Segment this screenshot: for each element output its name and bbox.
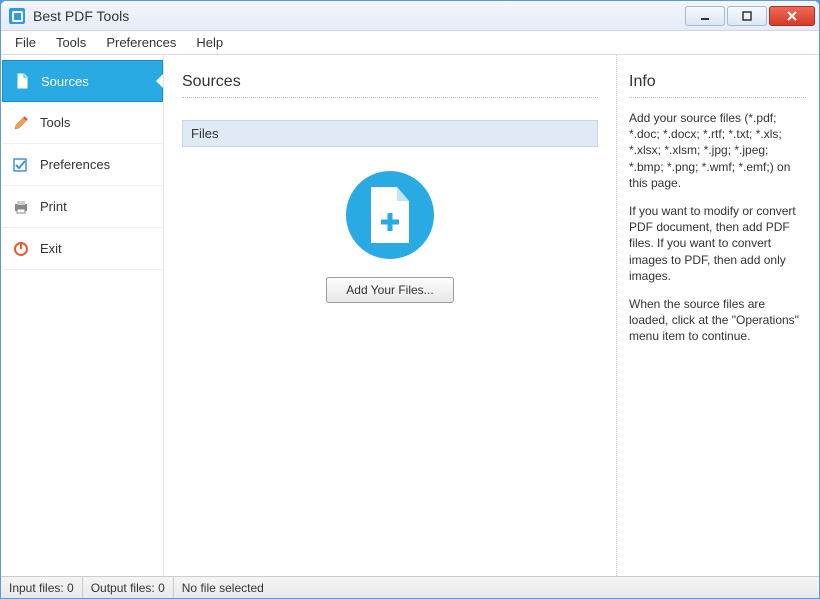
status-bar: Input files: 0 Output files: 0 No file s… (1, 576, 819, 598)
pencil-icon (12, 114, 30, 132)
main-heading: Sources (182, 73, 598, 98)
sidebar-item-preferences[interactable]: Preferences (2, 144, 163, 186)
sidebar-item-print[interactable]: Print (2, 186, 163, 228)
files-header: Files (182, 120, 598, 147)
check-icon (12, 156, 30, 174)
menu-tools[interactable]: Tools (46, 33, 96, 52)
window-title: Best PDF Tools (33, 8, 685, 24)
menu-help[interactable]: Help (186, 33, 233, 52)
status-output-files: Output files: 0 (83, 577, 174, 598)
power-icon (12, 240, 30, 258)
menu-file[interactable]: File (5, 33, 46, 52)
info-text: Add your source files (*.pdf; *.doc; *.d… (629, 110, 806, 191)
maximize-icon (741, 10, 753, 22)
sidebar-item-exit[interactable]: Exit (2, 228, 163, 270)
info-panel: Info Add your source files (*.pdf; *.doc… (616, 55, 818, 576)
sidebar: Sources Tools Preferences Print (2, 55, 164, 576)
menu-bar: File Tools Preferences Help (1, 31, 819, 55)
close-button[interactable] (769, 6, 815, 26)
close-icon (786, 10, 798, 22)
info-heading: Info (629, 73, 806, 98)
add-file-icon (346, 171, 434, 259)
page-icon (13, 72, 31, 90)
sidebar-item-label: Preferences (40, 157, 110, 172)
main-panel: Sources Files Add Your Files... (164, 55, 616, 576)
add-files-button[interactable]: Add Your Files... (326, 277, 454, 303)
minimize-button[interactable] (685, 6, 725, 26)
sidebar-item-label: Print (40, 199, 67, 214)
menu-preferences[interactable]: Preferences (96, 33, 186, 52)
minimize-icon (699, 10, 711, 22)
info-text: When the source files are loaded, click … (629, 296, 806, 345)
maximize-button[interactable] (727, 6, 767, 26)
app-icon (9, 8, 25, 24)
status-input-files: Input files: 0 (1, 577, 83, 598)
sidebar-item-sources[interactable]: Sources (2, 60, 163, 102)
drop-area: Add Your Files... (182, 147, 598, 566)
window-buttons (685, 6, 815, 26)
info-text: If you want to modify or convert PDF doc… (629, 203, 806, 284)
sidebar-item-label: Exit (40, 241, 62, 256)
status-selection: No file selected (174, 577, 272, 598)
sidebar-item-tools[interactable]: Tools (2, 102, 163, 144)
printer-icon (12, 198, 30, 216)
body: Sources Tools Preferences Print (2, 55, 818, 576)
sidebar-item-label: Sources (41, 74, 89, 89)
title-bar: Best PDF Tools (1, 1, 819, 31)
app-window: Best PDF Tools File Tools Preferences He… (0, 0, 820, 599)
sidebar-item-label: Tools (40, 115, 70, 130)
